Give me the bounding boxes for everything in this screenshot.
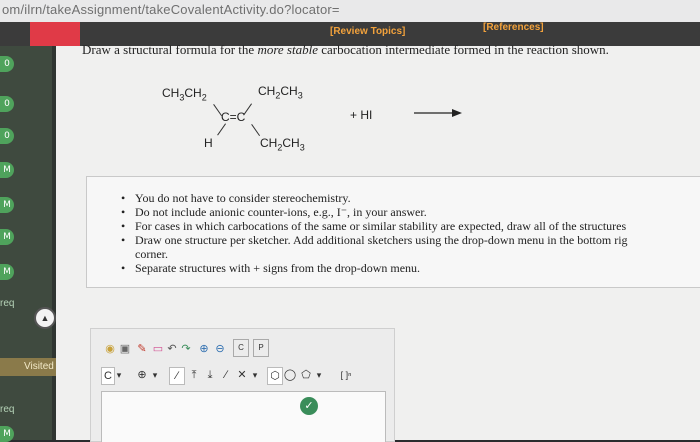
paste-button[interactable]: P bbox=[253, 339, 269, 357]
question-emphasis: more stable bbox=[257, 42, 318, 57]
wedge-bond-tool[interactable]: ⤒ bbox=[187, 367, 201, 383]
question-prompt: Draw a structural formula for the more s… bbox=[82, 42, 609, 58]
copy-button[interactable]: C bbox=[233, 339, 249, 357]
zoom-out-icon[interactable]: ⊖ bbox=[213, 341, 227, 357]
req-label: req bbox=[0, 298, 15, 309]
chevron-down-icon[interactable]: ▾ bbox=[251, 367, 259, 383]
hexagon-ring-icon[interactable]: ⬡ bbox=[267, 367, 283, 385]
undo-icon[interactable]: ↶ bbox=[165, 341, 179, 357]
bold-bond-tool[interactable]: ✕ bbox=[235, 367, 249, 383]
element-selector[interactable]: C bbox=[101, 367, 115, 385]
eraser-icon[interactable]: ▭ bbox=[151, 341, 165, 357]
substituent-top-right: CH2CH3 bbox=[258, 84, 303, 101]
instructions-list: • You do not have to consider stereochemi… bbox=[87, 191, 628, 275]
bracket-tool[interactable]: [ ]ⁿ bbox=[335, 367, 357, 383]
review-topics-link[interactable]: [Review Topics] bbox=[330, 26, 405, 37]
instruction-item: • Draw one structure per sketcher. Add ad… bbox=[121, 233, 628, 247]
carbon-double-bond: C=C bbox=[221, 110, 246, 124]
chevron-down-icon[interactable]: ▾ bbox=[115, 367, 123, 383]
pencil-icon[interactable]: ✎ bbox=[135, 341, 149, 357]
instructions-box: • You do not have to consider stereochemi… bbox=[86, 176, 700, 288]
references-link[interactable]: [References] bbox=[483, 22, 544, 33]
lock-icon[interactable]: ▣ bbox=[119, 341, 131, 357]
collapse-panel-button[interactable]: ▲ bbox=[34, 307, 56, 329]
drawing-canvas[interactable] bbox=[101, 391, 386, 442]
instruction-item: • Separate structures with + signs from t… bbox=[121, 261, 421, 275]
substituent-top-left: CH3CH2 bbox=[162, 86, 207, 103]
molecule-sketcher: ◉ ▣ ✎ ▭ ↶ ↷ ⊕ ⊖ C P C ▾ ⊕ ▾ ∕ ⤒ ⤓ ∕ ✕ ▾ … bbox=[90, 328, 395, 442]
zoom-in-icon[interactable]: ⊕ bbox=[197, 341, 211, 357]
double-bond-tool[interactable]: ⤓ bbox=[203, 367, 217, 383]
chevron-down-icon[interactable]: ▾ bbox=[151, 367, 159, 383]
instruction-item: • You do not have to consider stereochemi… bbox=[121, 191, 351, 205]
erase-all-icon[interactable]: ◉ bbox=[103, 341, 117, 357]
single-bond-tool[interactable]: ∕ bbox=[169, 367, 185, 385]
visited-label: Visited bbox=[24, 361, 54, 372]
instruction-item: • For cases in which carbocations of the … bbox=[121, 219, 627, 233]
browser-url-bar[interactable]: om/ilrn/takeAssignment/takeCovalentActiv… bbox=[0, 0, 700, 23]
req-label-bottom: req bbox=[0, 404, 15, 415]
url-text: om/ilrn/takeAssignment/takeCovalentActiv… bbox=[2, 2, 340, 17]
chevron-down-icon[interactable]: ▾ bbox=[315, 367, 323, 383]
instruction-item: • Do not include anionic counter-ions, e.… bbox=[121, 205, 427, 219]
check-icon[interactable]: ✓ bbox=[300, 397, 318, 415]
instruction-continuation: corner. bbox=[135, 247, 168, 261]
charge-tool[interactable]: ⊕ bbox=[135, 367, 149, 383]
redo-icon[interactable]: ↷ bbox=[179, 341, 193, 357]
question-suffix: carbocation intermediate formed in the r… bbox=[317, 42, 609, 57]
triple-bond-tool[interactable]: ∕ bbox=[219, 367, 233, 383]
reagent: + HI bbox=[350, 108, 373, 122]
reaction-arrow-icon bbox=[414, 109, 462, 117]
substituent-bottom-right: CH2CH3 bbox=[260, 136, 305, 153]
app-logo bbox=[30, 22, 80, 46]
benzene-ring-icon[interactable]: ◯ bbox=[283, 367, 297, 383]
substituent-bottom-left: H bbox=[204, 136, 213, 150]
question-prefix: Draw a structural formula for the bbox=[82, 42, 258, 57]
pentagon-ring-icon[interactable]: ⬠ bbox=[299, 367, 313, 383]
